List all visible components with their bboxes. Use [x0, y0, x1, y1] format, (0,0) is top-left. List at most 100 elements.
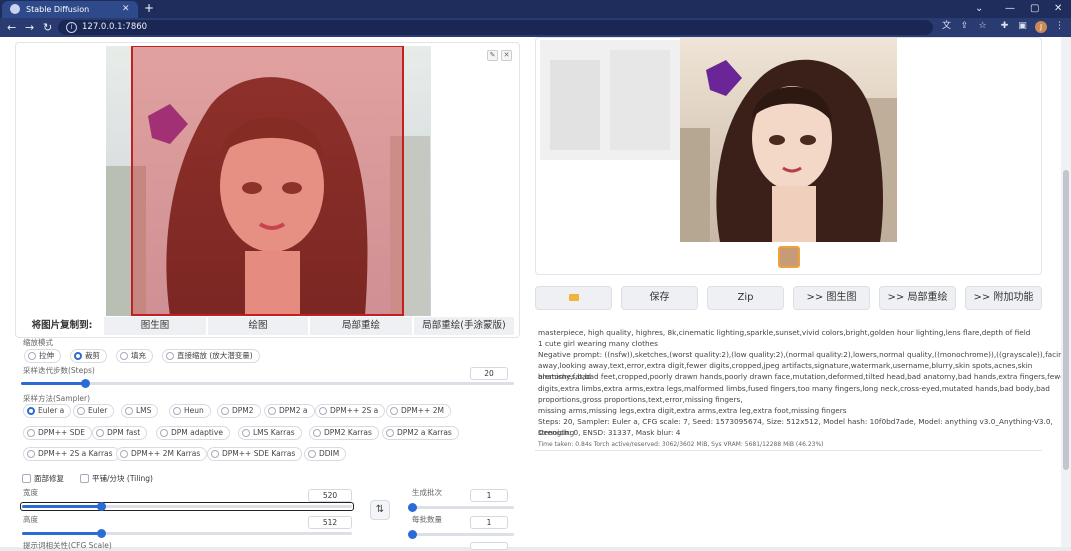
send-to-inpaint-button[interactable]: >> 局部重绘	[879, 286, 956, 310]
send-to-extras-button[interactable]: >> 附加功能	[965, 286, 1042, 310]
batch-count-label: 生成批次	[412, 488, 442, 497]
bookmark-star-icon[interactable]: ☆	[976, 20, 989, 33]
height-input[interactable]: 512	[308, 516, 352, 529]
share-icon[interactable]: ⇪	[958, 20, 971, 33]
swap-dimensions-button[interactable]: ⇅	[370, 500, 390, 520]
menu-kebab-icon[interactable]: ⋮	[1053, 20, 1066, 33]
sampler-option[interactable]: DPM++ 2S a	[315, 404, 386, 418]
copy-to-inpaint-button[interactable]: 局部重绘	[310, 317, 412, 335]
radio-icon	[308, 450, 316, 458]
sampler-option[interactable]: Heun	[169, 404, 211, 418]
sampler-option[interactable]: LMS Karras	[238, 426, 302, 440]
radio-icon	[120, 352, 128, 360]
page-scrollbar-thumb[interactable]	[1063, 170, 1069, 470]
steps-slider-knob[interactable]	[81, 379, 90, 388]
generation-prompt-line2: 1 cute girl wearing many clothes	[538, 339, 658, 348]
sampler-option[interactable]: DPM++ 2S a Karras	[23, 447, 120, 461]
sampler-option-label: DPM2 a Karras	[397, 428, 452, 437]
radio-icon	[74, 352, 82, 360]
sampler-option[interactable]: Euler a	[23, 404, 72, 418]
height-slider-knob[interactable]	[97, 529, 106, 538]
tab-search-icon[interactable]: ⌄	[975, 0, 983, 17]
sampler-option-label: DPM fast	[107, 428, 141, 437]
sampler-option-label: Heun	[184, 406, 204, 415]
width-slider-knob[interactable]	[97, 502, 106, 511]
radio-icon	[27, 407, 35, 415]
resize-option-fill[interactable]: 填充	[116, 349, 153, 363]
radio-icon	[77, 407, 85, 415]
radio-icon	[160, 429, 168, 437]
radio-icon	[313, 429, 321, 437]
sampler-option[interactable]: DPM2	[217, 404, 261, 418]
send-to-img2img-button[interactable]: >> 图生图	[793, 286, 870, 310]
forward-icon[interactable]: →	[25, 19, 34, 36]
tiling-checkbox[interactable]	[80, 474, 89, 483]
output-image[interactable]	[680, 38, 897, 242]
steps-input[interactable]: 20	[470, 367, 508, 380]
zip-button[interactable]: Zip	[707, 286, 784, 310]
open-folder-button[interactable]	[535, 286, 612, 310]
sampler-option[interactable]: DPM2 Karras	[309, 426, 379, 440]
negative-prompt-1: Negative prompt: ((nsfw)),sketches,(wors…	[538, 350, 1068, 359]
sampler-option-label: DPM++ 2S a	[330, 406, 379, 415]
sampler-option[interactable]: DPM adaptive	[156, 426, 230, 440]
profile-avatar[interactable]: J	[1035, 21, 1047, 33]
resize-option-crop[interactable]: 裁剪	[70, 349, 107, 363]
batch-count-slider[interactable]	[410, 506, 514, 509]
batch-size-slider-knob[interactable]	[408, 530, 417, 539]
sampler-option[interactable]: DPM fast	[92, 426, 148, 440]
new-tab-button[interactable]: +	[144, 0, 154, 17]
copy-to-sketch-button[interactable]: 绘图	[208, 317, 308, 335]
extensions-icon[interactable]: ✚	[998, 20, 1011, 33]
sampler-option[interactable]: DPM++ 2M Karras	[116, 447, 208, 461]
browser-tab[interactable]: Stable Diffusion ✕	[2, 1, 138, 18]
sampler-option-label: DPM++ 2M Karras	[131, 449, 201, 458]
url-field[interactable]: i 127.0.0.1:7860	[58, 20, 933, 35]
sampler-option[interactable]: DPM2 a	[264, 404, 315, 418]
radio-icon	[211, 450, 219, 458]
negative-prompt-5: proportions,gross proportions,text,error…	[538, 395, 743, 404]
inpaint-image-canvas[interactable]	[20, 46, 516, 316]
radio-icon	[27, 429, 35, 437]
maximize-button[interactable]: ▢	[1030, 0, 1039, 17]
sampler-option-label: DDIM	[319, 449, 340, 458]
reload-icon[interactable]: ↻	[43, 19, 52, 36]
translate-icon[interactable]: 文	[940, 20, 953, 33]
divider	[535, 450, 1042, 451]
face-restore-checkbox[interactable]	[22, 474, 31, 483]
save-button[interactable]: 保存	[621, 286, 698, 310]
sampler-option[interactable]: DPM++ SDE Karras	[207, 447, 303, 461]
back-icon[interactable]: ←	[7, 19, 16, 36]
radio-icon	[242, 429, 250, 437]
cfg-scale-label: 提示词相关性(CFG Scale)	[23, 541, 112, 550]
tab-title: Stable Diffusion	[26, 5, 90, 14]
steps-slider[interactable]	[21, 382, 514, 385]
minimize-button[interactable]: —	[1005, 0, 1015, 17]
sampler-option-label: DPM++ SDE Karras	[222, 449, 296, 458]
batch-size-slider[interactable]	[410, 533, 514, 536]
side-panel-icon[interactable]: ▣	[1016, 20, 1029, 33]
edit-icon[interactable]: ✎	[487, 50, 498, 61]
batch-count-slider-knob[interactable]	[408, 503, 417, 512]
radio-icon	[27, 450, 35, 458]
sampler-option[interactable]: DPM++ SDE	[23, 426, 92, 440]
sampler-option[interactable]: Euler	[73, 404, 115, 418]
sampler-option[interactable]: LMS	[121, 404, 159, 418]
resize-option-latent[interactable]: 直接缩放 (放大潜变量)	[162, 349, 260, 363]
close-window-button[interactable]: ✕	[1054, 0, 1062, 17]
site-info-icon[interactable]: i	[66, 22, 77, 33]
tab-close-icon[interactable]: ✕	[122, 2, 130, 16]
copy-to-inpaint-sketch-button[interactable]: 局部重绘(手涂蒙版)	[414, 317, 514, 335]
batch-count-input[interactable]: 1	[470, 489, 508, 502]
width-input[interactable]: 520	[308, 489, 352, 502]
batch-size-input[interactable]: 1	[470, 516, 508, 529]
sampler-option[interactable]: DDIM	[304, 447, 347, 461]
cfg-scale-input[interactable]	[470, 542, 508, 550]
height-label: 高度	[23, 515, 38, 524]
sampler-option[interactable]: DPM++ 2M	[386, 404, 451, 418]
sampler-option[interactable]: DPM2 a Karras	[382, 426, 459, 440]
copy-to-img2img-button[interactable]: 图生图	[104, 317, 206, 335]
resize-option-stretch[interactable]: 拉伸	[24, 349, 61, 363]
clear-icon[interactable]: ✕	[501, 50, 512, 61]
gallery-thumbnail-selected[interactable]	[778, 246, 800, 268]
